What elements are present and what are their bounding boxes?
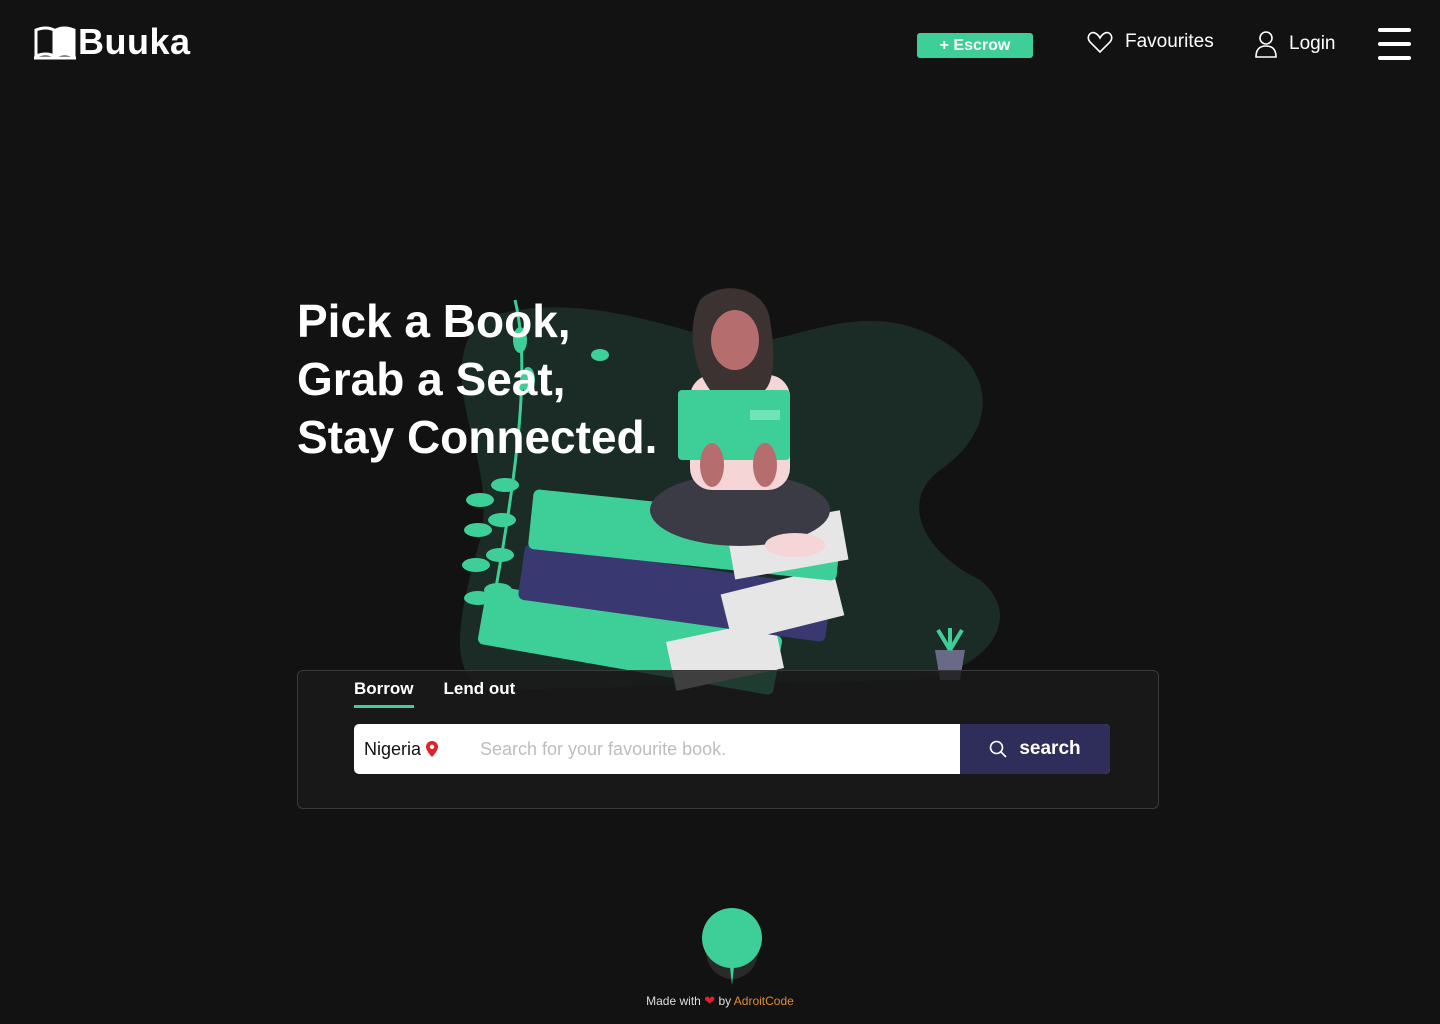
login-label: Login xyxy=(1289,33,1336,54)
headline-line: Grab a Seat, xyxy=(297,353,566,405)
search-bar: Nigeria search xyxy=(354,724,1110,774)
headline-line: Pick a Book, xyxy=(297,295,571,347)
footer-by: by xyxy=(718,994,732,1008)
country-selector[interactable]: Nigeria xyxy=(354,724,470,774)
location-pin-icon xyxy=(426,741,439,757)
menu-bar xyxy=(1378,56,1411,60)
brand-name: Buuka xyxy=(78,21,191,62)
map-pin-icon xyxy=(702,908,762,985)
country-label: Nigeria xyxy=(364,738,422,759)
login-link[interactable]: Login xyxy=(1255,30,1336,58)
tab-lend-out[interactable]: Lend out xyxy=(444,679,516,708)
menu-bar xyxy=(1378,28,1411,32)
user-icon xyxy=(1255,31,1277,58)
footer-credit: Made with ❤ by AdroitCode xyxy=(0,993,1440,1009)
headline-line: Stay Connected. xyxy=(297,411,658,463)
search-input[interactable] xyxy=(470,724,960,774)
tab-borrow[interactable]: Borrow xyxy=(354,679,414,708)
heart-icon: ❤ xyxy=(704,993,716,1008)
search-button-label: search xyxy=(1019,738,1081,759)
hero-headline: Pick a Book, Grab a Seat, Stay Connected… xyxy=(297,292,657,466)
author-link[interactable]: AdroitCode xyxy=(734,994,794,1008)
search-panel: Borrow Lend out Nigeria search xyxy=(297,670,1159,809)
favourites-label: Favourites xyxy=(1125,31,1214,52)
menu-bar xyxy=(1378,42,1411,46)
favourites-link[interactable]: Favourites xyxy=(1087,30,1214,54)
search-tabs: Borrow Lend out xyxy=(354,679,545,708)
escrow-button[interactable]: + Escrow xyxy=(917,33,1033,58)
open-book-icon xyxy=(34,26,76,60)
heart-icon xyxy=(1087,31,1113,54)
search-icon xyxy=(990,740,1007,758)
brand-logo[interactable]: Buuka xyxy=(34,22,191,62)
menu-button[interactable] xyxy=(1378,28,1411,60)
search-button[interactable]: search xyxy=(960,724,1110,774)
footer-made-with: Made with xyxy=(646,994,701,1008)
